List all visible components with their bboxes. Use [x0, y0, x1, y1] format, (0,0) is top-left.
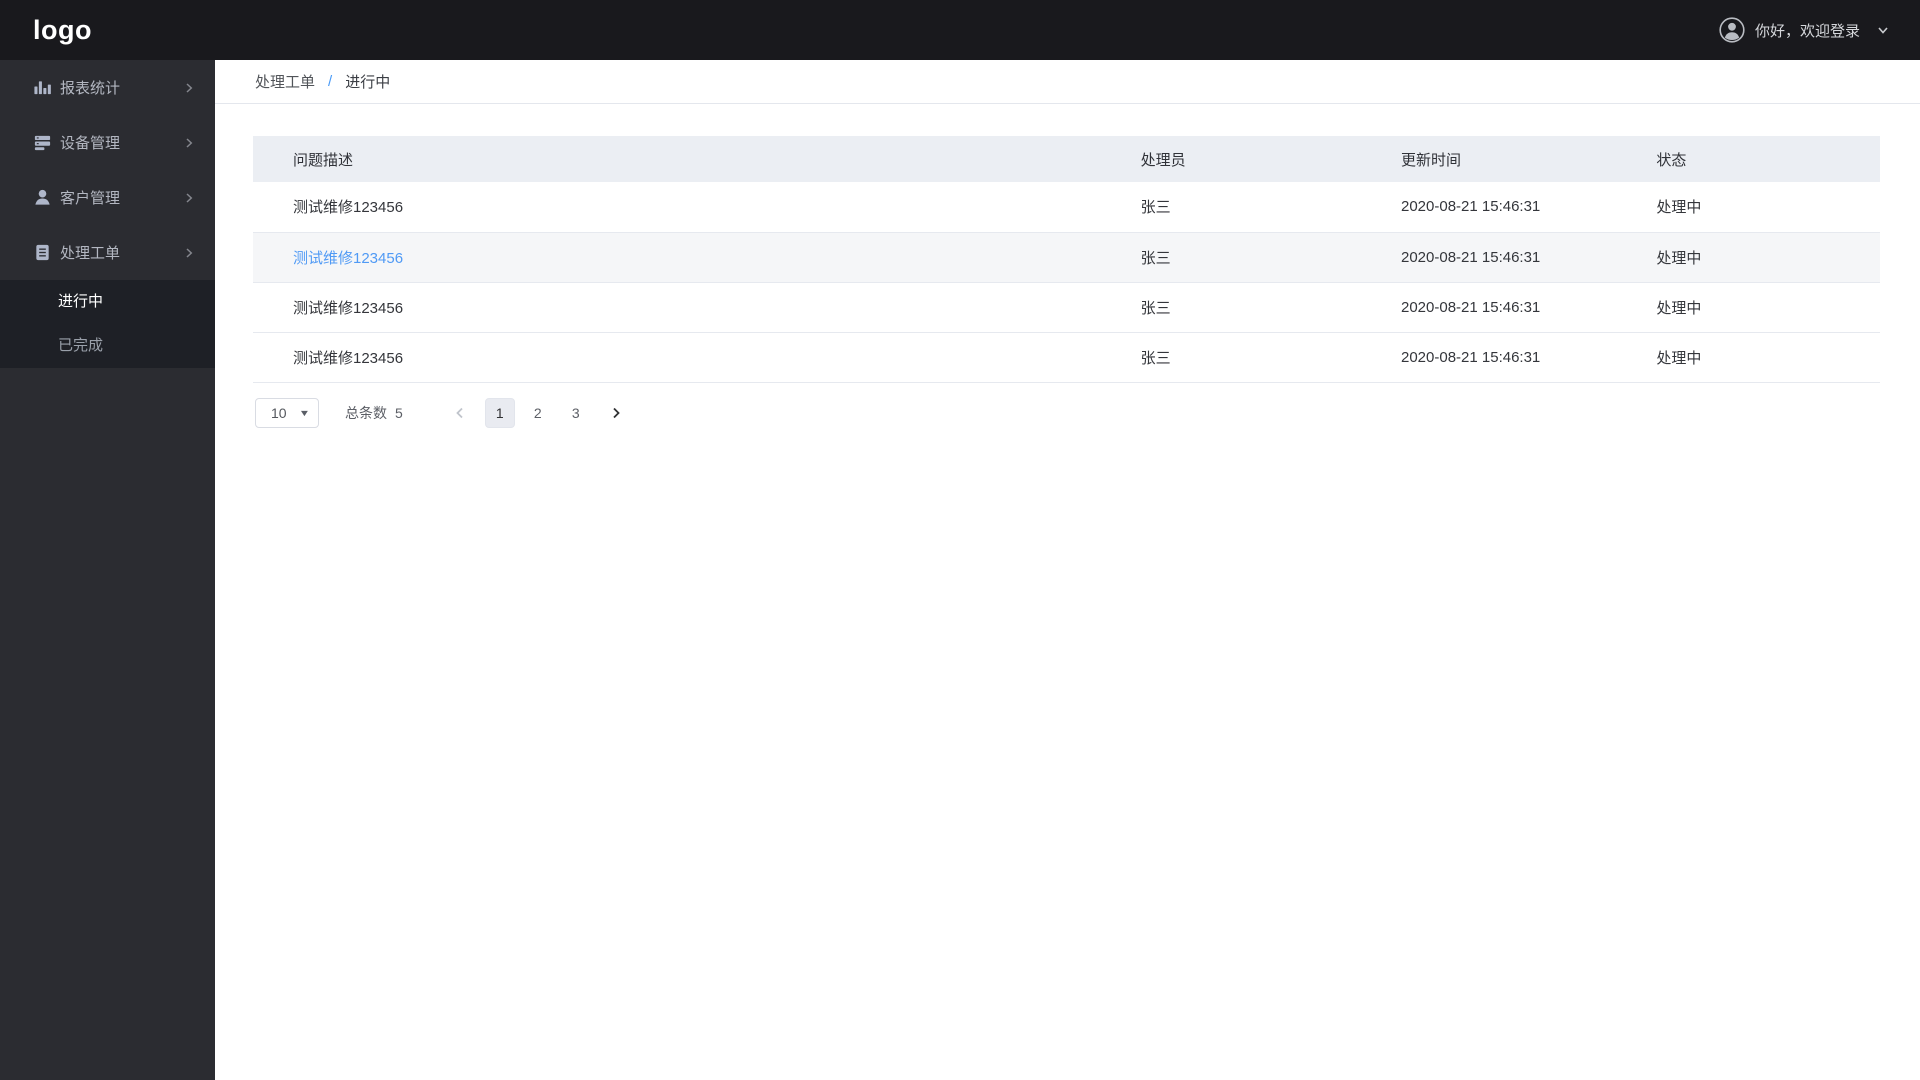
cell-status: 处理中: [1616, 232, 1880, 283]
main-content: 处理工单 / 进行中 问题描述 处理员 更新时间 状态 测试维修123456 张…: [215, 60, 1920, 1080]
cell-description: 测试维修123456: [253, 332, 1101, 383]
user-greeting: 你好，欢迎登录: [1754, 22, 1860, 40]
cell-handler: 张三: [1100, 332, 1361, 383]
select-caret-icon: ▼: [298, 407, 311, 418]
sidebar-item-label: 客户管理: [60, 190, 121, 207]
sidebar-item-label: 报表统计: [60, 80, 121, 97]
cell-updated: 2020-08-21 15:46:31: [1360, 182, 1617, 233]
sidebar-item-devices[interactable]: 设备管理: [0, 115, 215, 170]
cell-description-link[interactable]: 测试维修123456: [253, 232, 1101, 283]
chevron-right-icon: [183, 247, 195, 259]
pagination: 10 ▼ 总条数 5 1 2 3: [255, 397, 1920, 428]
table-header-row: 问题描述 处理员 更新时间 状态: [253, 136, 1880, 182]
page-size-select[interactable]: 10 ▼: [255, 397, 319, 428]
sidebar-item-customers[interactable]: 客户管理: [0, 170, 215, 225]
cell-handler: 张三: [1100, 232, 1361, 283]
sidebar-item-reports[interactable]: 报表统计: [0, 60, 215, 115]
avatar-icon: [1719, 17, 1745, 43]
bar-chart-icon: [32, 78, 52, 98]
workorder-table: 问题描述 处理员 更新时间 状态 测试维修123456 张三 2020-08-2…: [253, 136, 1880, 383]
sidebar-submenu-workorders: 进行中 已完成: [0, 280, 215, 368]
sidebar-item-label: 处理工单: [60, 245, 121, 262]
page-number-1[interactable]: 1: [484, 397, 515, 428]
document-icon: [32, 243, 52, 263]
cell-updated: 2020-08-21 15:46:31: [1360, 282, 1617, 333]
page-number-2[interactable]: 2: [523, 398, 553, 428]
total-count-value: 5: [395, 404, 403, 421]
top-header-bar: logo 你好，欢迎登录: [0, 0, 1920, 60]
cell-updated: 2020-08-21 15:46:31: [1360, 332, 1617, 383]
cell-status: 处理中: [1616, 332, 1880, 383]
sidebar-item-workorders[interactable]: 处理工单: [0, 225, 215, 280]
table-row: 测试维修123456 张三 2020-08-21 15:46:31 处理中: [253, 332, 1880, 383]
sidebar-subitem-completed[interactable]: 已完成: [0, 324, 215, 368]
server-icon: [32, 133, 52, 153]
breadcrumb-current: 进行中: [345, 74, 391, 91]
col-header-updated: 更新时间: [1360, 136, 1617, 182]
cell-updated: 2020-08-21 15:46:31: [1360, 232, 1617, 283]
breadcrumb: 处理工单 / 进行中: [215, 60, 1920, 104]
next-page-icon[interactable]: [601, 398, 631, 428]
cell-handler: 张三: [1100, 182, 1361, 233]
cell-handler: 张三: [1100, 282, 1361, 333]
col-header-description: 问题描述: [253, 136, 1101, 182]
page-number-3[interactable]: 3: [561, 398, 591, 428]
sidebar-item-label: 设备管理: [60, 135, 121, 152]
table-row: 测试维修123456 张三 2020-08-21 15:46:31 处理中: [253, 232, 1880, 283]
prev-page-icon[interactable]: [445, 398, 475, 428]
breadcrumb-parent[interactable]: 处理工单: [255, 71, 315, 92]
page-size-value: 10: [271, 404, 287, 421]
col-header-handler: 处理员: [1100, 136, 1361, 182]
breadcrumb-separator: /: [328, 73, 333, 90]
cell-status: 处理中: [1616, 282, 1880, 333]
sidebar-nav: 报表统计 设备管理 客户管理 处理工单 进行中 已完成: [0, 60, 215, 1080]
sidebar-subitem-in-progress[interactable]: 进行中: [0, 280, 215, 324]
col-header-status: 状态: [1616, 136, 1880, 182]
table-row: 测试维修123456 张三 2020-08-21 15:46:31 处理中: [253, 182, 1880, 233]
pager: 1 2 3: [445, 397, 631, 428]
user-menu[interactable]: 你好，欢迎登录: [1719, 17, 1890, 43]
cell-description: 测试维修123456: [253, 182, 1101, 233]
cell-status: 处理中: [1616, 182, 1880, 233]
cell-description: 测试维修123456: [253, 282, 1101, 333]
table-row: 测试维修123456 张三 2020-08-21 15:46:31 处理中: [253, 282, 1880, 333]
chevron-right-icon: [183, 82, 195, 94]
app-logo: logo: [33, 14, 92, 45]
user-icon: [32, 188, 52, 208]
chevron-right-icon: [183, 192, 195, 204]
chevron-down-icon: [1876, 23, 1890, 37]
total-count: 总条数 5: [345, 403, 403, 423]
total-count-label: 总条数: [345, 404, 387, 421]
chevron-right-icon: [183, 137, 195, 149]
